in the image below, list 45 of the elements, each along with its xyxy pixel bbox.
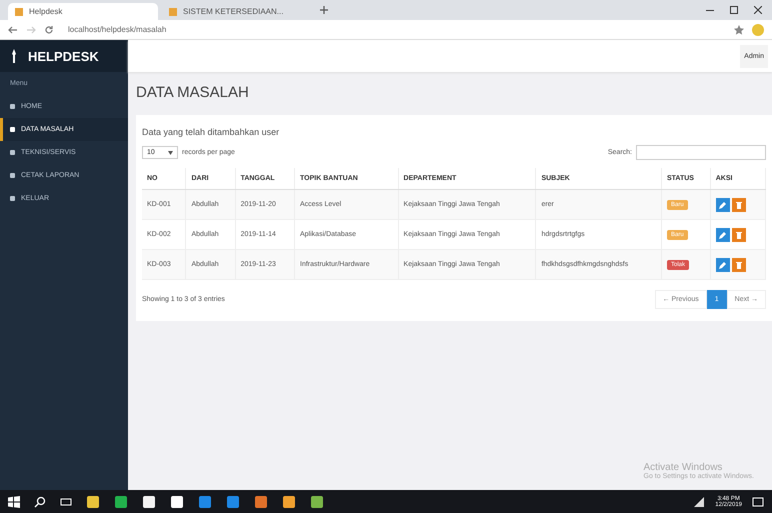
- edit-button[interactable]: [716, 228, 730, 242]
- app-icon: [86, 494, 100, 508]
- browser-tab[interactable]: Helpdesk: [8, 3, 158, 20]
- pencil-icon: [718, 230, 727, 238]
- app-icon: [142, 494, 156, 508]
- search-icon: [34, 496, 46, 508]
- app-icon: [282, 494, 296, 508]
- avatar-icon: [752, 24, 764, 36]
- pencil-icon: [718, 260, 727, 268]
- edit-button[interactable]: [716, 198, 730, 212]
- app-icon: [114, 494, 128, 508]
- app-icon: [198, 494, 212, 508]
- star-icon: [734, 24, 744, 34]
- plus-icon[interactable]: [320, 6, 328, 14]
- delete-button[interactable]: [732, 228, 746, 242]
- delete-button[interactable]: [732, 198, 746, 212]
- search-field[interactable]: [636, 145, 766, 160]
- edit-button[interactable]: [716, 258, 730, 272]
- app-icon: [170, 494, 184, 508]
- trash-icon: [734, 230, 743, 238]
- caret-icon: [168, 150, 173, 154]
- network-icon: [693, 496, 706, 508]
- pencil-icon: [718, 200, 727, 208]
- activation-title: Activate Windows: [644, 462, 724, 473]
- address-field[interactable]: localhost/helpdesk/masalah: [62, 23, 726, 36]
- app-icon: [226, 494, 240, 508]
- windows-icon: [8, 496, 20, 508]
- trash-icon: [734, 200, 743, 208]
- task-view-icon: [60, 496, 72, 508]
- pin-icon: [10, 49, 18, 63]
- card-title: Data yang telah ditambahkan user: [142, 127, 280, 137]
- delete-button[interactable]: [732, 258, 746, 272]
- notification-icon: [752, 496, 764, 508]
- brand-name: HELPDESK: [28, 48, 99, 64]
- maximize-icon[interactable]: [730, 6, 738, 14]
- reload-icon[interactable]: [44, 24, 54, 34]
- trash-icon: [734, 260, 743, 268]
- browser-tab[interactable]: SISTEM KETERSEDIAAN...: [162, 3, 312, 20]
- app-icon: [254, 494, 268, 508]
- page-title: DATA MASALAH: [135, 83, 250, 103]
- app-icon: [310, 494, 324, 508]
- page-icon: [168, 6, 178, 16]
- back-icon[interactable]: [8, 24, 18, 34]
- page-icon: [14, 6, 24, 16]
- close-icon[interactable]: [754, 6, 762, 14]
